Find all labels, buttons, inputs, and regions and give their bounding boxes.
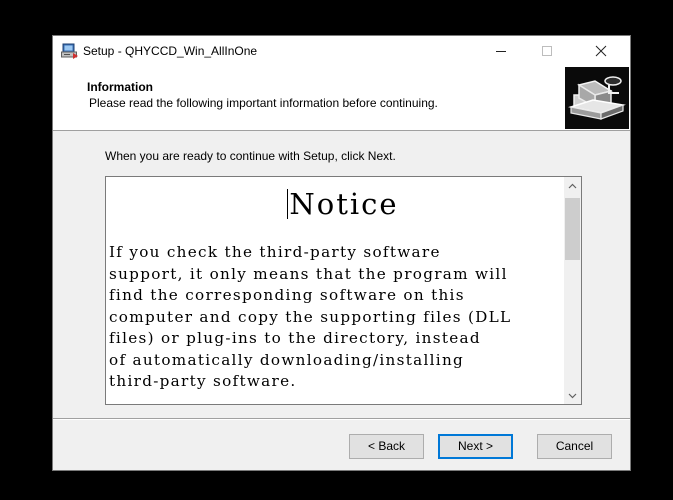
footer-separator	[53, 418, 630, 420]
memo-scrollbar[interactable]	[564, 177, 581, 404]
scroll-up-arrow-icon[interactable]	[564, 177, 581, 194]
header-subtitle: Please read the following important info…	[89, 96, 438, 110]
memo-line: computer and copy the supporting files (…	[109, 307, 512, 326]
window-title: Setup - QHYCCD_Win_AllInOne	[83, 44, 258, 58]
memo-heading: Notice	[109, 188, 565, 220]
title-bar[interactable]: Setup - QHYCCD_Win_AllInOne	[53, 36, 630, 66]
setup-installer-icon	[61, 43, 79, 60]
memo-line: support, it only means that the program …	[109, 264, 508, 283]
header-title: Information	[87, 80, 153, 94]
next-button[interactable]: Next >	[438, 434, 513, 459]
memo-line: files) or plug-ins to the directory, ins…	[109, 329, 481, 347]
memo-line: third-party software.	[109, 372, 297, 390]
memo-paragraph: If you check the third-party software su…	[109, 242, 565, 393]
memo-line: of automatically downloading/installing	[109, 350, 465, 369]
minimize-icon[interactable]	[478, 36, 524, 66]
maximize-icon[interactable]	[524, 36, 570, 66]
instruction-text: When you are ready to continue with Setu…	[105, 149, 396, 163]
setup-window: Setup - QHYCCD_Win_AllInOne Information …	[52, 35, 631, 471]
memo-content: Notice If you check the third-party soft…	[109, 177, 565, 404]
close-icon[interactable]	[578, 36, 624, 66]
memo-heading-text: Notice	[289, 187, 399, 221]
computer-install-icon	[565, 67, 629, 129]
memo-line: find the corresponding software on this	[109, 286, 465, 304]
wizard-header: Information Please read the following im…	[53, 66, 630, 131]
memo-line: If you check the third-party software	[109, 243, 441, 261]
back-button[interactable]: < Back	[349, 434, 424, 459]
info-memo[interactable]: Notice If you check the third-party soft…	[105, 176, 582, 405]
scroll-down-arrow-icon[interactable]	[564, 387, 581, 404]
scrollbar-thumb[interactable]	[565, 198, 580, 260]
cancel-button[interactable]: Cancel	[537, 434, 612, 459]
